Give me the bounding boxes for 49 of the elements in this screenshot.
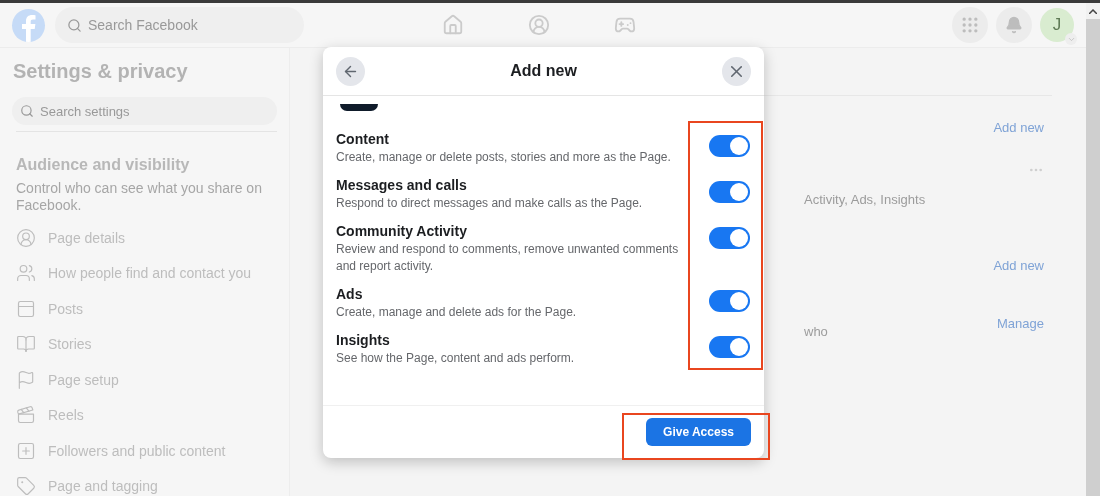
add-new-link[interactable]: Add new [993, 120, 1044, 135]
sidebar-item[interactable]: Page setup [16, 362, 277, 398]
sidebar-item[interactable]: Page details [16, 220, 277, 256]
sidebar-item[interactable]: Followers and public content [16, 433, 277, 469]
roles-text: Activity, Ads, Insights [804, 192, 926, 207]
search-icon [20, 104, 34, 118]
permission-description: Create, manage and delete ads for the Page. [336, 304, 578, 321]
permission-title: Community Activity [336, 223, 468, 240]
people-icon [16, 263, 36, 284]
dialog-title: Add new [510, 62, 577, 80]
account-avatar[interactable]: J [1040, 8, 1074, 42]
permission-toggle[interactable] [709, 336, 750, 358]
sidebar-item[interactable]: How people find and contact you [16, 255, 277, 291]
permission-description: Create, manage or delete posts, stories and more as the Page. [336, 149, 672, 166]
avatar-edge [340, 104, 378, 111]
sidebar-title: Settings & privacy [13, 60, 189, 83]
bell-icon [1005, 16, 1023, 34]
permission-toggle[interactable] [709, 290, 750, 312]
search-field[interactable]: Search Facebook [55, 7, 304, 43]
section-description: Control who can see what you share on Facebook. [16, 180, 263, 214]
add-new-link[interactable]: Add new [993, 258, 1044, 273]
sidebar-item[interactable]: Page and tagging [16, 468, 277, 496]
permission-title: Ads [336, 286, 364, 303]
permission-toggle[interactable] [709, 181, 750, 203]
permission-title: Content [336, 131, 390, 148]
description-text: who [804, 324, 828, 339]
permission-toggle[interactable] [709, 135, 750, 157]
search-icon [67, 17, 82, 33]
settings-search-field[interactable]: Search settings [12, 97, 277, 125]
give-access-button[interactable]: Give Access [646, 418, 751, 446]
section-title: Audience and visibility [16, 156, 191, 174]
sidebar-item[interactable]: Stories [16, 326, 277, 362]
permission-description: See how the Page, content and ads perform. [336, 350, 576, 367]
close-button[interactable] [722, 56, 751, 86]
tag-icon [16, 476, 36, 496]
grid-icon [960, 15, 980, 35]
book-icon [16, 334, 36, 355]
back-button[interactable] [336, 56, 365, 86]
flag-icon [16, 369, 36, 390]
person-icon [16, 227, 36, 248]
permission-description: Review and respond to comments, remove unwanted comments and report activity. [336, 241, 680, 275]
sidebar-item[interactable]: Reels [16, 397, 277, 433]
permission-title: Insights [336, 332, 391, 349]
manage-link[interactable]: Manage [997, 316, 1044, 331]
sidebar-item[interactable]: Posts [16, 291, 277, 327]
scroll-up-icon[interactable] [1086, 3, 1100, 19]
permission-title: Messages and calls [336, 177, 468, 194]
permission-description: Respond to direct messages and make calls as the Page. [336, 195, 644, 212]
permission-toggle[interactable] [709, 227, 750, 249]
